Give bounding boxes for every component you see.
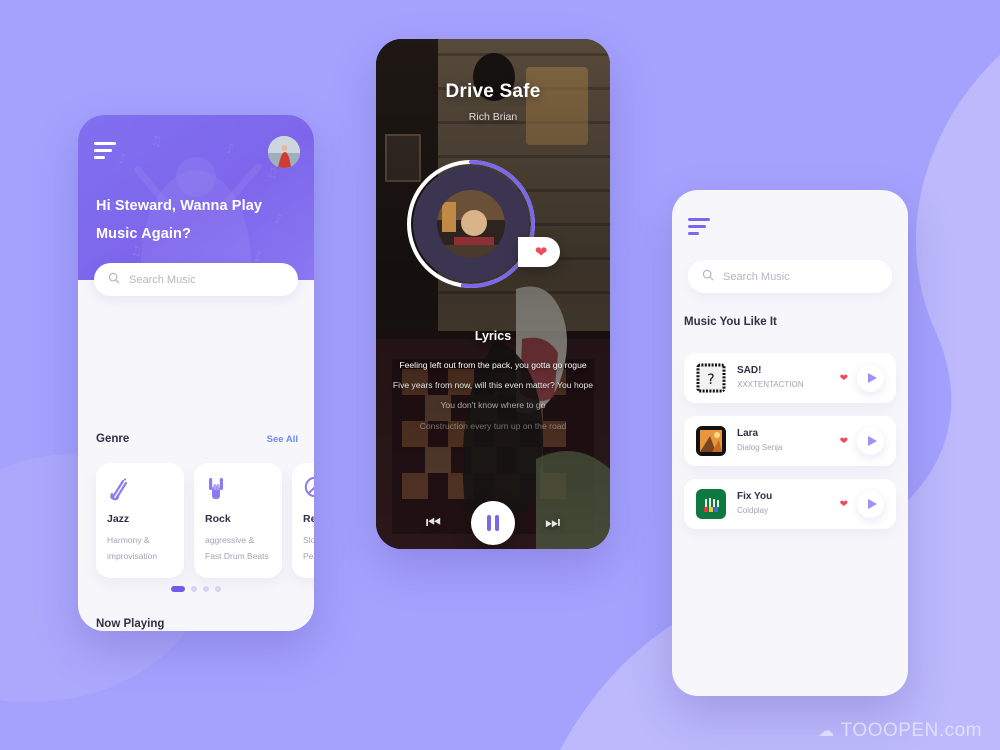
list-item[interactable]: ? SAD! XXXTENTACTION ❤: [684, 353, 896, 403]
svg-text:♫: ♫: [266, 166, 278, 181]
now-playing-title: Now Playing: [96, 618, 165, 630]
skip-previous-icon[interactable]: ⏮: [426, 513, 441, 533]
page-title: Hi Steward, Wanna Play Music Again?: [96, 193, 294, 248]
play-icon[interactable]: [857, 364, 884, 392]
genre-name: Rock: [205, 513, 231, 525]
genre-desc-line-1: Harmony &: [107, 535, 150, 545]
watermark-text: TOOOPEN.com: [840, 720, 982, 741]
heart-icon: ❤: [534, 244, 548, 261]
svg-text:♪: ♪: [118, 152, 126, 167]
hamburger-menu-icon[interactable]: [688, 218, 710, 235]
search-input[interactable]: Search Music: [94, 263, 298, 296]
genre-title: Genre: [96, 433, 130, 445]
lyrics-title: Lyrics: [474, 329, 512, 343]
home-header: ♪ ♫ ♪ ♫ ♪ ♪ ♫ ♪ Hi Steward, Wanna Play Music …: [78, 115, 314, 280]
greeting-line-2: Music Again?: [96, 225, 191, 242]
genre-desc-line-1: aggressive &: [205, 535, 255, 545]
cloud-icon: ☁: [818, 723, 835, 740]
player-controls: ⏮ ⏭: [376, 501, 610, 545]
pagination-dot-active[interactable]: [171, 586, 185, 592]
greeting-line-1: Hi Steward, Wanna Play: [96, 198, 263, 214]
favorite-button[interactable]: ❤: [518, 237, 560, 267]
lyrics-line: Feeling left out from the pack, you gott…: [399, 360, 587, 370]
track-artist: XXXTENTACTION: [737, 379, 804, 389]
watermark: ☁ TOOOPEN.com: [818, 720, 982, 742]
list-item[interactable]: Lara Dialog Senja ❤: [684, 416, 896, 466]
genre-pagination-dots[interactable]: [171, 586, 221, 592]
search-placeholder: Search Music: [723, 270, 790, 283]
track-artist: Dialog Senja: [737, 442, 783, 452]
track-artist: Coldplay: [737, 505, 769, 515]
lyrics-line: Five years from now, will this even matt…: [392, 380, 594, 391]
album-art-sad: ?: [696, 363, 726, 393]
track-title: Lara: [737, 428, 759, 440]
genre-card-rock[interactable]: Rock aggressive & Fast Drum Beats: [194, 463, 282, 578]
genre-name: Jazz: [107, 513, 130, 525]
skip-next-icon[interactable]: ⏭: [545, 513, 560, 533]
genre-desc-line-1: Slowly &: [303, 535, 314, 545]
play-icon[interactable]: [857, 427, 884, 455]
search-icon: [702, 268, 714, 286]
lyrics-line: You don't know where to go: [440, 400, 546, 411]
search-placeholder: Search Music: [129, 273, 196, 286]
genre-desc-line-2: improvisation: [107, 550, 158, 561]
track-title: Fix You: [737, 491, 773, 503]
pause-icon[interactable]: [471, 501, 515, 545]
heart-icon[interactable]: ❤: [840, 373, 848, 384]
now-playing-header: Now Playing: [96, 618, 298, 630]
svg-text:♫: ♫: [150, 134, 162, 149]
svg-text:♪: ♪: [226, 142, 234, 157]
genre-card-reagge[interactable]: Reagge Slowly & Peace: [292, 463, 314, 578]
pagination-dot[interactable]: [215, 586, 221, 592]
genre-card-jazz[interactable]: Jazz Harmony & improvisation: [96, 463, 184, 578]
hamburger-menu-icon[interactable]: [94, 142, 116, 159]
genre-name: Reagge: [303, 513, 314, 525]
player-track-artist: Rich Brian: [468, 111, 518, 123]
phone-home-screen: ♪ ♫ ♪ ♫ ♪ ♪ ♫ ♪ Hi Steward, Wanna Play Music …: [78, 115, 314, 631]
genre-section-header: Genre See All: [96, 433, 298, 445]
saxophone-icon: [107, 475, 173, 501]
rock-hand-icon: [205, 475, 271, 501]
search-icon: [108, 271, 120, 289]
album-art-fix-you: [696, 489, 726, 519]
phone-list-screen: Search Music Music You Like It ? SAD! XX…: [672, 190, 908, 696]
genre-desc: Slowly & Peace: [303, 533, 314, 564]
lyrics-text: Feeling left out from the pack, you gott…: [386, 355, 600, 436]
music-you-like-header: Music You Like It: [684, 316, 892, 328]
genre-desc-line-2: Fast Drum Beats: [205, 550, 269, 561]
genre-desc: aggressive & Fast Drum Beats: [205, 533, 271, 564]
phone-player-screen: Drive Safe Rich Brian ❤ Lyrics Feeling l…: [376, 39, 610, 549]
player-track-title: Drive Safe: [445, 81, 541, 102]
album-art-lara: [696, 426, 726, 456]
album-disc[interactable]: [404, 157, 538, 291]
peace-sign-icon: [303, 475, 314, 501]
list-item[interactable]: Fix You Coldplay ❤: [684, 479, 896, 529]
heart-icon[interactable]: ❤: [840, 436, 848, 447]
heart-icon[interactable]: ❤: [840, 499, 848, 510]
play-icon[interactable]: [857, 490, 884, 518]
svg-text:?: ?: [707, 372, 714, 388]
pagination-dot[interactable]: [191, 586, 197, 592]
see-all-link[interactable]: See All: [267, 434, 298, 445]
genre-desc-line-2: Peace: [303, 550, 314, 561]
search-input[interactable]: Search Music: [688, 260, 892, 293]
track-title: SAD!: [737, 365, 762, 377]
lyrics-line: Construction every turn up on the road: [419, 420, 567, 431]
genre-card-list[interactable]: Jazz Harmony & improvisation Rock aggres…: [96, 463, 314, 578]
avatar[interactable]: [268, 136, 300, 168]
genre-desc: Harmony & improvisation: [107, 533, 173, 564]
pagination-dot[interactable]: [203, 586, 209, 592]
section-title: Music You Like It: [684, 316, 777, 328]
